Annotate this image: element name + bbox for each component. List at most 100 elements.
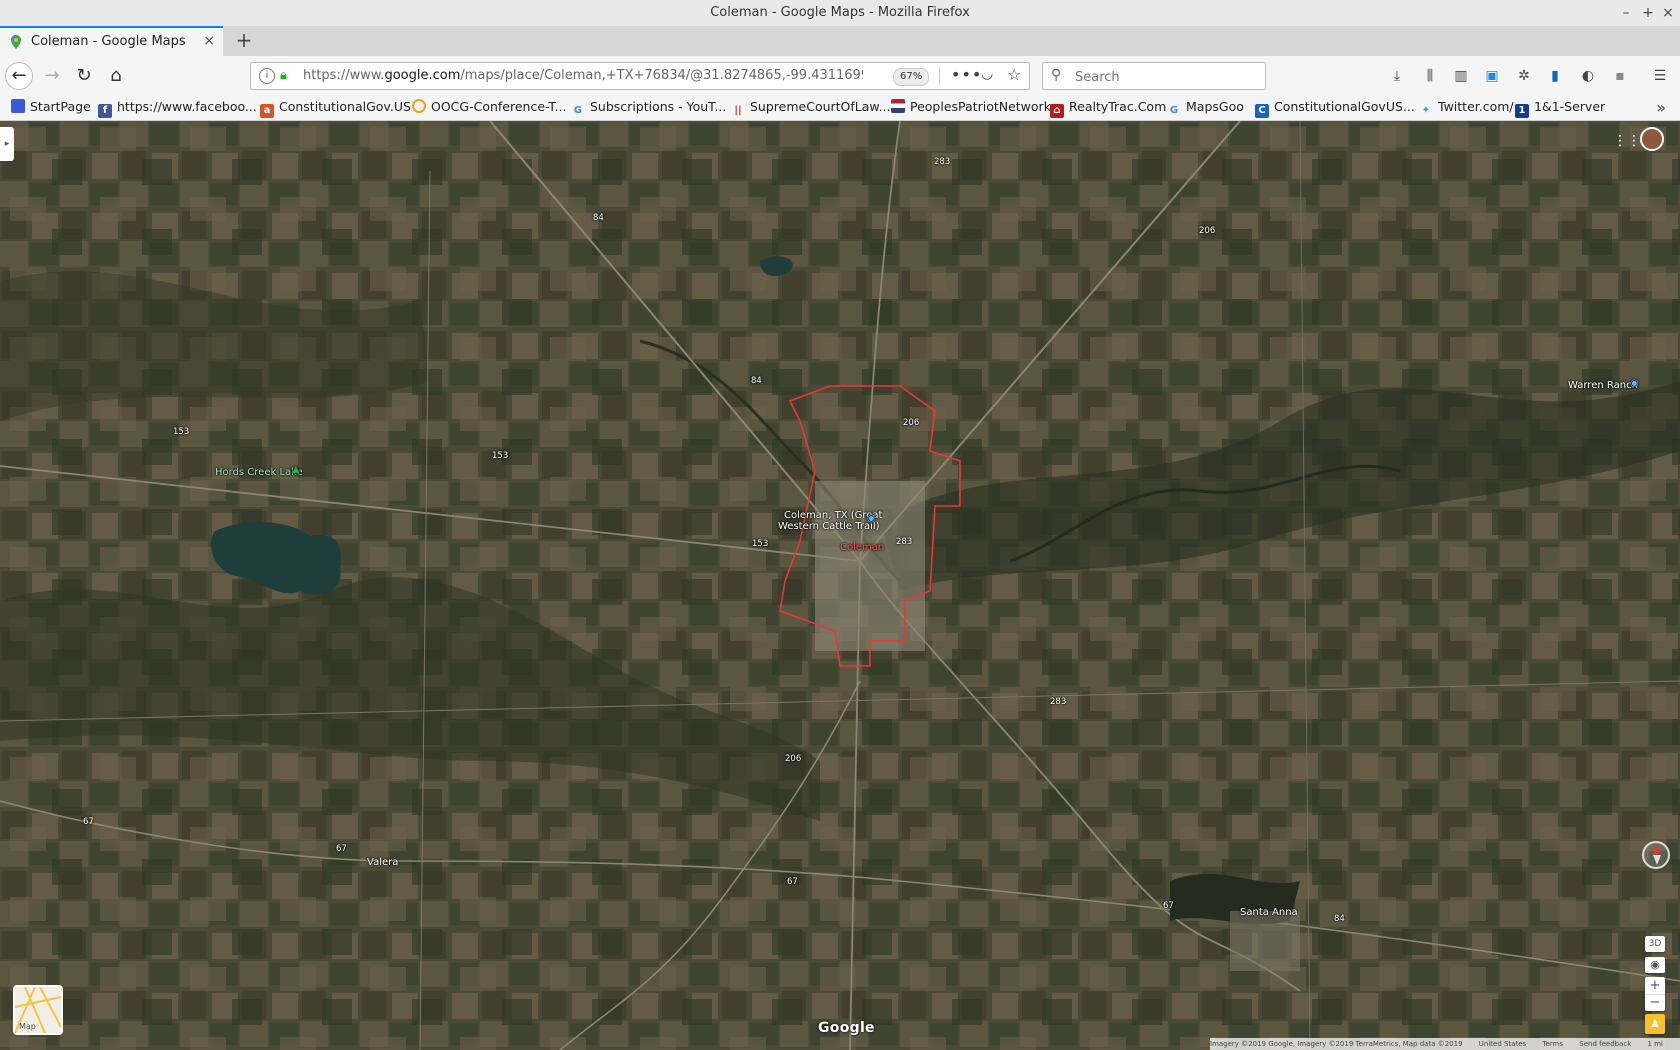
search-input[interactable] <box>1073 66 1257 88</box>
satellite-map[interactable]: ▸ ⋮⋮ Coleman, TX (Great Western Cattle T… <box>0 121 1680 1050</box>
forward-button[interactable]: → <box>38 62 66 90</box>
bookmark-item[interactable]: f https://www.faceboo... <box>98 99 257 118</box>
route-marker: 84 <box>1334 914 1345 924</box>
route-marker: 283 <box>1050 697 1067 707</box>
bookmark-item[interactable]: || SupremeCourtOfLaw... <box>731 99 890 117</box>
account-avatar[interactable] <box>1640 127 1664 151</box>
extension-circles-icon[interactable]: ◐ <box>1578 66 1598 86</box>
google-maps-favicon-icon <box>11 35 21 49</box>
tab-label: Coleman - Google Maps <box>31 34 186 49</box>
search-icon: ⚲ <box>1051 67 1062 83</box>
google-icon: G <box>1169 105 1179 116</box>
map-label-ranch[interactable]: Warren Ranch <box>1568 380 1638 391</box>
map-label-lake[interactable]: Hords Creek Lake <box>215 467 303 478</box>
toggle-3d-button[interactable]: 3D <box>1645 936 1665 952</box>
menu-hamburger-icon[interactable]: ☰ <box>1650 66 1670 86</box>
bookmark-item[interactable]: G Subscriptions - YouT... <box>571 99 726 117</box>
pocket-icon[interactable]: ◡ <box>981 66 993 82</box>
twitter-icon: ✦ <box>1421 105 1431 116</box>
extension-grey-icon[interactable]: ▪ <box>1610 66 1630 86</box>
send-feedback-link[interactable]: Send feedback <box>1579 1040 1631 1048</box>
window-titlebar: Coleman - Google Maps - Mozilla Firefox … <box>0 0 1680 27</box>
route-marker: 206 <box>1199 226 1216 236</box>
home-button[interactable]: ⌂ <box>102 62 130 90</box>
zoom-in-button[interactable]: + <box>1645 977 1665 994</box>
map-label-valera[interactable]: Valera <box>367 857 398 868</box>
bookmarks-toolbar: StartPage f https://www.faceboo... a Const… <box>0 96 1680 121</box>
route-marker: 67 <box>787 877 798 887</box>
bookmark-item[interactable]: ⌂ RealtyTrac.Com <box>1050 99 1166 118</box>
country-link[interactable]: United States <box>1479 1040 1526 1048</box>
bookmark-item[interactable]: StartPage <box>11 99 91 117</box>
url-separator <box>939 67 940 85</box>
house-icon: ⌂ <box>1050 104 1064 118</box>
tab-google-maps[interactable]: Coleman - Google Maps × <box>0 26 223 56</box>
map-label-santa-anna[interactable]: Santa Anna <box>1240 907 1298 918</box>
ring-icon <box>412 99 426 113</box>
ask-icon: a <box>260 104 274 118</box>
bookmarks-overflow-icon[interactable]: » <box>1656 98 1666 117</box>
minimize-icon[interactable]: – <box>1616 3 1636 23</box>
downloads-icon[interactable]: ⤓ <box>1387 66 1407 86</box>
bookmark-item[interactable]: C ConstitutionalGovUS... <box>1255 99 1415 118</box>
route-marker: 84 <box>751 376 762 386</box>
ranch-pin-icon[interactable]: ◉ <box>1630 378 1639 389</box>
ionos-icon: 1 <box>1515 104 1529 118</box>
lock-icon[interactable]: 🔒︎ <box>280 68 287 83</box>
map-type-toggle-button[interactable]: Map <box>13 985 63 1035</box>
site-info-icon[interactable]: i <box>259 68 275 84</box>
park-pin-icon[interactable]: ▲ <box>292 464 300 475</box>
route-marker: 84 <box>593 213 604 223</box>
page-actions-icon[interactable]: ••• <box>951 65 982 84</box>
bookmark-item[interactable]: 1 1&1-Server <box>1515 99 1605 118</box>
zoom-out-button[interactable]: − <box>1645 994 1665 1012</box>
navigation-toolbar: ← → ↻ ⌂ i 🔒︎ https://www.google.com/maps… <box>0 56 1680 96</box>
flag-icon <box>891 99 905 113</box>
route-marker: 67 <box>83 817 94 827</box>
map-label-trail-line2[interactable]: Western Cattle Trail) <box>778 521 880 532</box>
bookmark-item[interactable]: PeoplesPatriotNetwork <box>891 99 1051 117</box>
terms-link[interactable]: Terms <box>1542 1040 1563 1048</box>
tab-close-icon[interactable]: × <box>203 33 215 49</box>
close-window-icon[interactable]: × <box>1658 3 1678 23</box>
google-logo: Google <box>818 1020 875 1036</box>
new-tab-button[interactable]: + <box>232 28 256 52</box>
bookmark-item[interactable]: G MapsGoo <box>1167 99 1244 117</box>
bookmark-item[interactable]: a ConstitutionalGov.US <box>260 99 411 118</box>
route-marker: 153 <box>492 451 509 461</box>
google-apps-icon[interactable]: ⋮⋮ <box>1613 133 1641 149</box>
scale-bar[interactable]: 1 mi <box>1648 1040 1663 1048</box>
bookmark-item[interactable]: ✦ Twitter.com/ <box>1419 99 1514 117</box>
satellite-imagery[interactable] <box>0 121 1680 1050</box>
bookmark-star-icon[interactable]: ☆ <box>1007 65 1021 84</box>
map-type-label: Map <box>19 1022 36 1031</box>
save-icon[interactable]: ▣ <box>1482 66 1502 86</box>
google-icon: G <box>573 105 583 116</box>
reload-button[interactable]: ↻ <box>70 62 98 90</box>
side-panel-toggle-button[interactable]: ▸ <box>0 127 14 161</box>
back-button[interactable]: ← <box>5 62 33 90</box>
map-footer: Imagery ©2019 Google, Imagery ©2019 Terr… <box>1210 1038 1680 1050</box>
zoom-controls: + − <box>1645 977 1665 1011</box>
url-text[interactable]: https://www.google.com/maps/place/Colema… <box>303 68 863 83</box>
zoom-indicator[interactable]: 67% <box>893 68 930 86</box>
pegman-street-view-icon[interactable]: ♟ <box>1645 1014 1665 1034</box>
route-marker: 67 <box>336 844 347 854</box>
compass-icon[interactable] <box>1642 841 1670 869</box>
library-icon[interactable]: ⫼ <box>1420 66 1440 86</box>
startpage-icon <box>11 99 25 113</box>
stats-extension-icon[interactable]: ▮ <box>1545 66 1565 86</box>
c-icon: C <box>1255 104 1269 118</box>
url-bar[interactable]: i 🔒︎ https://www.google.com/maps/place/C… <box>250 62 1030 90</box>
maximize-icon[interactable]: + <box>1638 3 1658 23</box>
place-pin-icon[interactable]: ◉ <box>867 513 876 524</box>
map-label-city[interactable]: Coleman <box>840 542 884 553</box>
my-location-icon[interactable]: ◉ <box>1645 957 1665 973</box>
bookmark-item[interactable]: OOCG-Conference-T... <box>412 99 566 117</box>
route-marker: 206 <box>903 418 920 428</box>
extension-gear-icon[interactable]: ✲ <box>1514 66 1534 86</box>
facebook-icon: f <box>98 104 112 118</box>
sidebar-icon[interactable]: ▥ <box>1451 66 1471 86</box>
search-box[interactable]: ⚲ <box>1042 62 1266 90</box>
bars-icon: || <box>734 105 742 116</box>
